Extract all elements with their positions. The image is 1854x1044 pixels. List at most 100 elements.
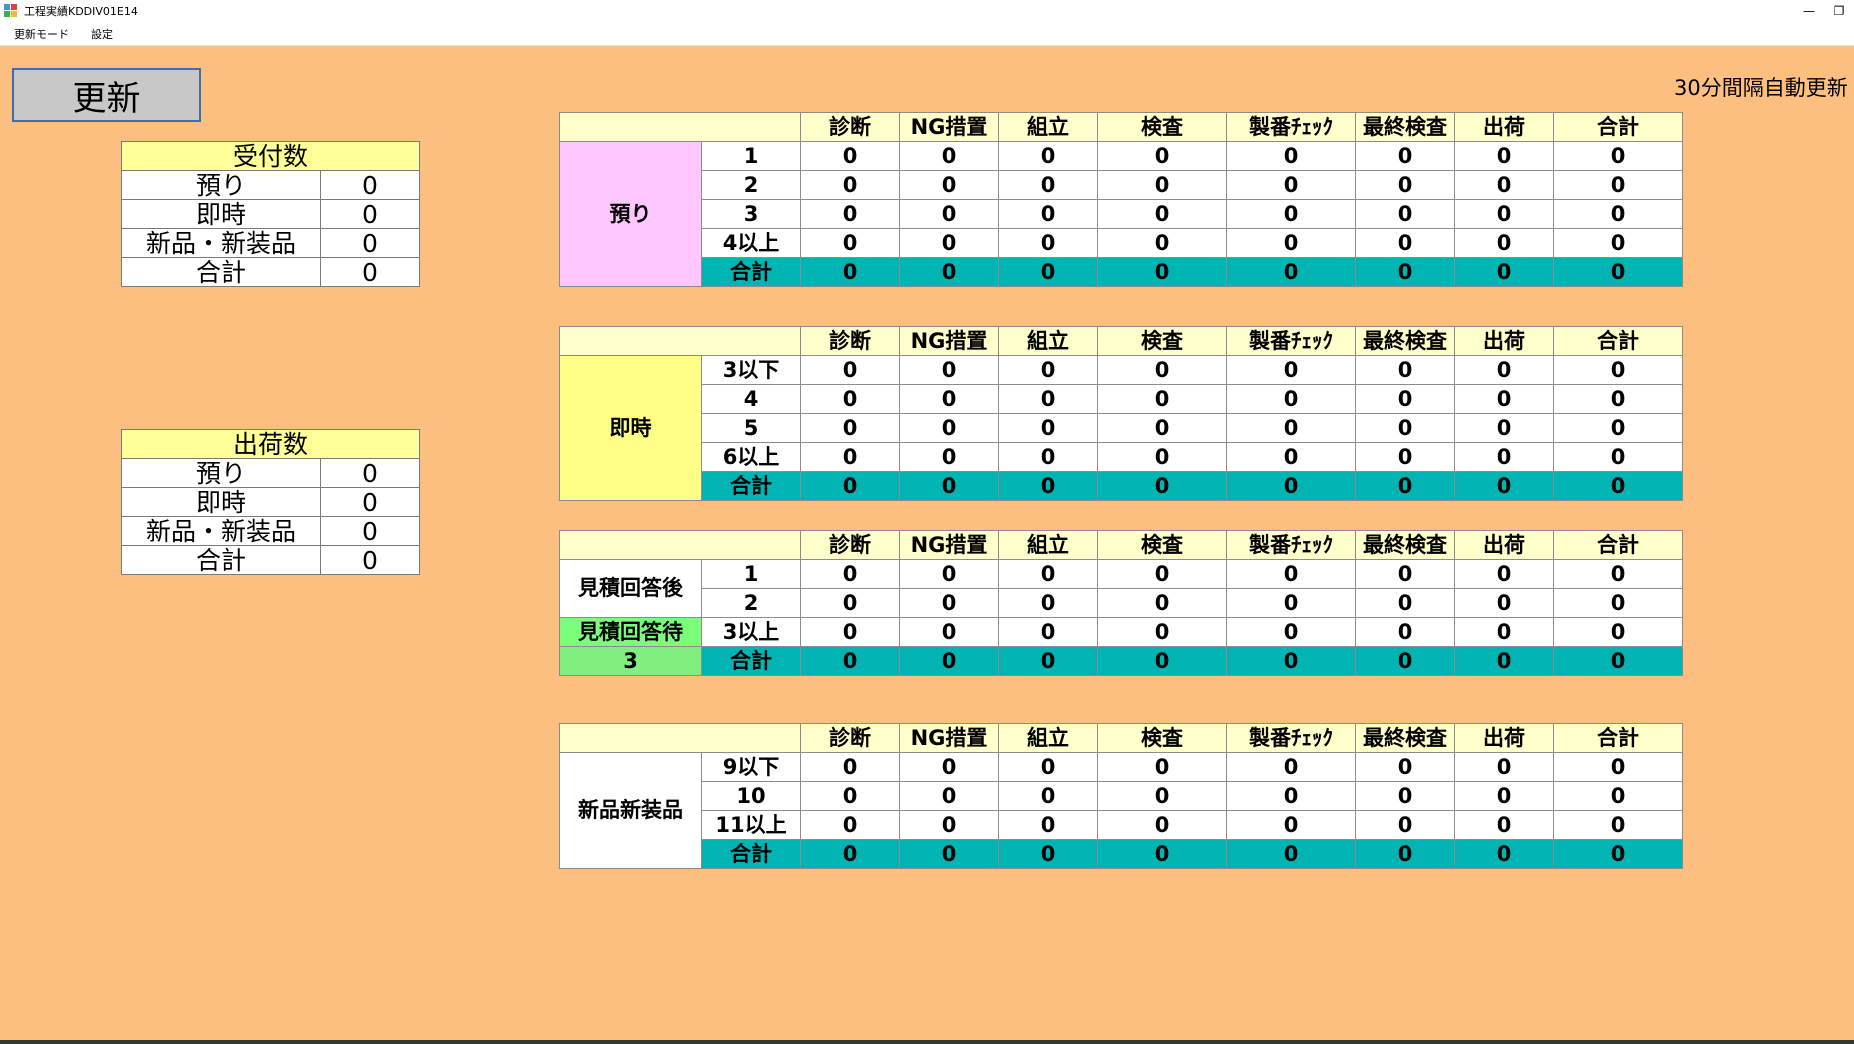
table-cell: 0 — [1355, 646, 1455, 676]
column-header: 製番ﾁｪｯｸ — [1226, 723, 1356, 753]
table-cell: 0 — [800, 839, 900, 869]
table-row: 見積回答待3以上000000000 — [559, 617, 1683, 647]
process-table-mitsumori: 診断NG措置組立検査製番ﾁｪｯｸ最終検査出荷合計出荷実績見積回答後1000000… — [559, 530, 1683, 676]
table-cell: 0 — [1553, 170, 1683, 200]
table-cell: 0 — [1454, 588, 1554, 618]
process-table-shinpin: 診断NG措置組立検査製番ﾁｪｯｸ最終検査出荷合計出荷実績新品新装品9以下0000… — [559, 723, 1683, 869]
table-cell: 0 — [800, 588, 900, 618]
table-cell: 0 — [1355, 228, 1455, 258]
table-cell: 0 — [800, 413, 900, 443]
table-cell: 0 — [1553, 839, 1683, 869]
column-header: 製番ﾁｪｯｸ — [1226, 112, 1356, 142]
row-label: 合計 — [701, 839, 801, 869]
table-cell: 0 — [1355, 617, 1455, 647]
column-header: NG措置 — [899, 723, 999, 753]
column-header: 最終検査 — [1355, 530, 1455, 560]
update-button[interactable]: 更新 — [12, 68, 201, 122]
table-cell: 0 — [998, 617, 1098, 647]
table-cell: 0 — [998, 471, 1098, 501]
table-cell: 0 — [1097, 355, 1227, 385]
table-row: 即時3以下000000000 — [559, 355, 1683, 501]
column-header: 出荷 — [1454, 723, 1554, 753]
menu-settings[interactable]: 設定 — [83, 26, 121, 42]
table-row: 預り1000000000 — [559, 141, 1683, 287]
row-label: 10 — [701, 781, 801, 811]
column-header: NG措置 — [899, 112, 999, 142]
received-row-value: 0 — [320, 170, 420, 200]
table-cell: 0 — [800, 559, 900, 589]
table-cell: 0 — [899, 646, 999, 676]
table-cell: 0 — [1454, 228, 1554, 258]
row-label: 6以上 — [701, 442, 801, 472]
window-controls: — ❐ — [1794, 0, 1854, 22]
table-cell: 0 — [800, 199, 900, 229]
table-row: 合計000000000 — [560, 257, 1683, 287]
table-cell: 0 — [1553, 257, 1683, 287]
table-cell: 0 — [1553, 141, 1683, 171]
column-header: 検査 — [1097, 530, 1227, 560]
table-cell: 0 — [1226, 810, 1356, 840]
group-label: 見積回答後 — [559, 559, 702, 618]
restore-icon[interactable]: ❐ — [1824, 0, 1854, 22]
minimize-icon[interactable]: — — [1794, 0, 1824, 22]
table-row: 10000000000 — [560, 781, 1683, 811]
table-cell: 0 — [1226, 839, 1356, 869]
table-cell: 0 — [1553, 810, 1683, 840]
table-cell: 0 — [1097, 384, 1227, 414]
column-header: 診断 — [800, 723, 900, 753]
column-header: 最終検査 — [1355, 723, 1455, 753]
row-label: 11以上 — [701, 810, 801, 840]
table-cell: 0 — [1454, 384, 1554, 414]
auto-update-label: 30分間隔自動更新 — [1674, 76, 1848, 100]
table-cell: 0 — [1097, 141, 1227, 171]
group-label: 即時 — [559, 355, 702, 501]
shipped-row-label: 合計 — [121, 545, 321, 575]
table-cell: 0 — [1553, 228, 1683, 258]
table-cell: 0 — [1355, 781, 1455, 811]
table-row: 合計000000000 — [560, 471, 1683, 501]
received-row-label: 即時 — [121, 199, 321, 229]
shipped-count-table: 出荷数 預り 0 即時 0 新品・新装品 0 合計 0 — [121, 429, 420, 575]
table-row: 見積回答後1000000000 — [559, 559, 1683, 618]
table-cell: 0 — [998, 646, 1098, 676]
table-cell: 0 — [1454, 170, 1554, 200]
table-row: 2000000000 — [560, 170, 1683, 200]
table-cell: 0 — [899, 559, 999, 589]
table-cell: 0 — [998, 384, 1098, 414]
table-cell: 0 — [1097, 228, 1227, 258]
table-cell: 0 — [1097, 810, 1227, 840]
menu-update-mode[interactable]: 更新モード — [6, 26, 77, 42]
table-cell: 0 — [1553, 559, 1683, 589]
table-cell: 0 — [1454, 752, 1554, 782]
table-cell: 0 — [800, 257, 900, 287]
column-header: NG措置 — [899, 530, 999, 560]
column-header: 組立 — [998, 530, 1098, 560]
table-cell: 0 — [899, 384, 999, 414]
shipped-row-label: 預り — [121, 458, 321, 488]
app-icon — [4, 4, 18, 18]
table-cell: 0 — [1097, 752, 1227, 782]
table-cell: 0 — [899, 839, 999, 869]
table-cell: 0 — [1097, 588, 1227, 618]
table-cell: 0 — [1454, 199, 1554, 229]
table-cell: 0 — [1454, 141, 1554, 171]
table-cell: 0 — [1454, 471, 1554, 501]
table-cell: 0 — [899, 810, 999, 840]
table-corner — [559, 326, 801, 356]
row-label: 4 — [701, 384, 801, 414]
row-label: 2 — [701, 588, 801, 618]
table-cell: 0 — [1355, 442, 1455, 472]
table-cell: 0 — [1226, 752, 1356, 782]
row-label: 1 — [701, 141, 801, 171]
column-header: 出荷 — [1454, 326, 1554, 356]
table-row: 4以上000000000 — [560, 228, 1683, 258]
table-cell: 0 — [1097, 170, 1227, 200]
table-cell: 0 — [1454, 839, 1554, 869]
column-header: 合計 — [1553, 112, 1683, 142]
table-cell: 0 — [899, 257, 999, 287]
row-label: 3 — [701, 199, 801, 229]
table-cell: 0 — [899, 355, 999, 385]
received-row-label: 新品・新装品 — [121, 228, 321, 258]
table-cell: 0 — [1226, 355, 1356, 385]
table-cell: 0 — [899, 141, 999, 171]
